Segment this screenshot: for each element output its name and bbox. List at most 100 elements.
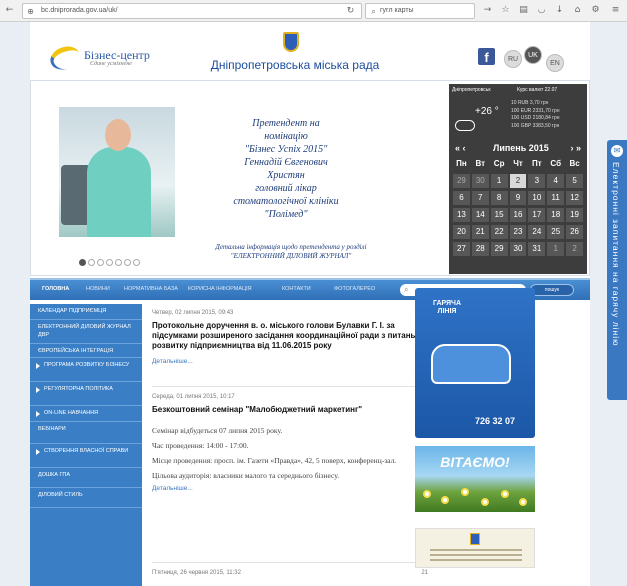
read-more-link[interactable]: Детальніше... bbox=[152, 485, 428, 492]
rate-line: 100 EUR 2331,70 грн bbox=[511, 107, 560, 114]
news-title[interactable]: Протокольне доручення в. о. міського гол… bbox=[152, 321, 428, 351]
calendar-day[interactable]: 26 bbox=[566, 225, 583, 239]
reload-icon[interactable]: ↻ bbox=[345, 6, 356, 17]
calendar-day[interactable]: 12 bbox=[566, 191, 583, 205]
calendar-day[interactable]: 19 bbox=[566, 208, 583, 222]
calendar-month: Липень 2015 bbox=[493, 143, 549, 153]
calendar-day[interactable]: 30 bbox=[509, 242, 527, 256]
lang-en-button[interactable]: EN bbox=[546, 54, 564, 72]
calendar-day[interactable]: 16 bbox=[509, 208, 527, 222]
sidebar-item[interactable]: Дошка ГПА bbox=[30, 468, 142, 488]
bookmark-star-icon[interactable]: ☆ bbox=[500, 5, 511, 16]
calendar-day[interactable]: 13 bbox=[453, 208, 470, 222]
calendar-day[interactable]: 21 bbox=[471, 225, 489, 239]
sidebar-item[interactable]: Календар підприємця bbox=[30, 304, 142, 320]
news-date: Середа, 01 липня 2015, 10:17 bbox=[152, 394, 235, 400]
hotline-banner[interactable]: ГАРЯЧА ЛІНІЯ 726 32 07 bbox=[415, 288, 535, 438]
forward-icon[interactable]: → bbox=[482, 5, 493, 16]
calendar-day[interactable]: 24 bbox=[528, 225, 546, 239]
calendar-day[interactable]: 5 bbox=[566, 174, 583, 188]
sidebar-item[interactable]: Регуляторна політика bbox=[30, 382, 142, 406]
calendar-day[interactable]: 9 bbox=[509, 191, 527, 205]
nav-regulations[interactable]: Нормативна база bbox=[124, 286, 178, 292]
calendar-day[interactable]: 1 bbox=[547, 242, 565, 256]
calendar-day[interactable]: 23 bbox=[509, 225, 527, 239]
calendar-day[interactable]: 25 bbox=[547, 225, 565, 239]
nav-news[interactable]: Новини bbox=[86, 286, 110, 292]
settings-icon[interactable]: ⚙ bbox=[590, 5, 601, 16]
calendar-day[interactable]: 4 bbox=[547, 174, 565, 188]
menu-icon[interactable]: ≡ bbox=[610, 5, 621, 16]
document-banner[interactable] bbox=[415, 528, 535, 568]
divider bbox=[152, 386, 432, 387]
download-icon[interactable]: ↓ bbox=[554, 5, 565, 16]
sidebar-item[interactable]: Електронний діловий журнал ДВР bbox=[30, 320, 142, 344]
calendar-weekday: Чт bbox=[513, 159, 523, 168]
news-title[interactable]: Безкоштовний семінар "Малобюджетний марк… bbox=[152, 405, 428, 415]
nav-gallery[interactable]: Фотогалерео bbox=[334, 286, 375, 292]
browser-search-box[interactable]: ⌕ гугл карты bbox=[365, 3, 475, 19]
slide-line: Претендент на номінацію bbox=[252, 118, 320, 142]
hotline-side-tab[interactable]: ✉ Електронні запитання на гарячу лінію bbox=[607, 140, 627, 400]
sidebar-item[interactable]: Європейська інтеграція bbox=[30, 344, 142, 358]
calendar-day[interactable]: 18 bbox=[547, 208, 565, 222]
calendar-day[interactable]: 30 bbox=[471, 174, 489, 188]
calendar-day[interactable]: 20 bbox=[453, 225, 470, 239]
calendar-day[interactable]: 29 bbox=[490, 242, 508, 256]
hotline-number: 726 32 07 bbox=[475, 416, 516, 426]
nav-useful-info[interactable]: Корисна інформація bbox=[188, 286, 252, 292]
nav-home[interactable]: Головна bbox=[42, 286, 69, 292]
calendar-day[interactable]: 14 bbox=[471, 208, 489, 222]
business-center-logo[interactable]: Бізнес-центр Єдине усміхнене bbox=[47, 42, 160, 74]
slide-dot[interactable] bbox=[79, 259, 86, 266]
calendar-day[interactable]: 3 bbox=[528, 174, 546, 188]
pocket-icon[interactable]: ◡ bbox=[536, 5, 547, 16]
sidebar-item[interactable]: Діловий стиль bbox=[30, 488, 142, 508]
calendar-day[interactable]: 10 bbox=[528, 191, 546, 205]
calendar-day[interactable]: 22 bbox=[490, 225, 508, 239]
address-bar[interactable]: ⊕ bc.dniprorada.gov.ua/uk/ ↻ bbox=[22, 3, 362, 19]
search-button[interactable]: пошук bbox=[530, 284, 574, 296]
rates-header[interactable]: Курс валют 22.07 bbox=[517, 87, 557, 93]
rate-line: 100 USD 2180,84 грн bbox=[511, 115, 560, 121]
welcome-banner[interactable]: ВІТАЄМО! bbox=[415, 446, 535, 512]
sidebar-item[interactable]: Вебінари bbox=[30, 422, 142, 444]
calendar-day[interactable]: 1 bbox=[490, 174, 508, 188]
slide-dot[interactable] bbox=[88, 259, 95, 266]
calendar-day[interactable]: 7 bbox=[471, 191, 489, 205]
home-icon[interactable]: ⌂ bbox=[572, 5, 583, 16]
slide-dot[interactable] bbox=[106, 259, 113, 266]
sidebar-item[interactable]: Програма розвитку бізнесу bbox=[30, 358, 142, 382]
calendar-day[interactable]: 29 bbox=[453, 174, 470, 188]
cloud-icon bbox=[455, 120, 475, 131]
slide-dot[interactable] bbox=[115, 259, 122, 266]
slide-dot[interactable] bbox=[124, 259, 131, 266]
calendar-day[interactable]: 8 bbox=[490, 191, 508, 205]
calendar-day[interactable]: 28 bbox=[471, 242, 489, 256]
calendar-day[interactable]: 17 bbox=[528, 208, 546, 222]
search-icon: ⌕ bbox=[371, 7, 376, 16]
calendar-day[interactable]: 11 bbox=[547, 191, 565, 205]
comment-count[interactable]: 21 bbox=[421, 570, 428, 576]
facebook-icon[interactable]: f bbox=[478, 48, 495, 65]
back-icon[interactable]: ← bbox=[4, 5, 15, 16]
calendar-next-button[interactable]: › » bbox=[570, 143, 581, 153]
bookmarks-icon[interactable]: ▤ bbox=[518, 5, 529, 16]
nav-contacts[interactable]: Контакти bbox=[282, 286, 311, 292]
read-more-link[interactable]: Детальніше... bbox=[152, 358, 428, 365]
sidebar-item-label: Дошка ГПА bbox=[38, 472, 71, 478]
sidebar-item-label: Створення власної справи bbox=[44, 448, 129, 454]
calendar-day[interactable]: 6 bbox=[453, 191, 470, 205]
slide-dot[interactable] bbox=[133, 259, 140, 266]
calendar-day[interactable]: 15 bbox=[490, 208, 508, 222]
slide-dot[interactable] bbox=[97, 259, 104, 266]
calendar-prev-button[interactable]: « ‹ bbox=[455, 143, 466, 153]
lang-ru-button[interactable]: RU bbox=[504, 50, 522, 68]
calendar-day[interactable]: 27 bbox=[453, 242, 470, 256]
lang-uk-button[interactable]: UK bbox=[524, 46, 542, 64]
calendar-day[interactable]: 2 bbox=[509, 174, 527, 188]
calendar-day[interactable]: 31 bbox=[528, 242, 546, 256]
sidebar-item[interactable]: Створення власної справи bbox=[30, 444, 142, 468]
sidebar-item[interactable]: On-line навчання bbox=[30, 406, 142, 422]
calendar-day[interactable]: 2 bbox=[566, 242, 583, 256]
